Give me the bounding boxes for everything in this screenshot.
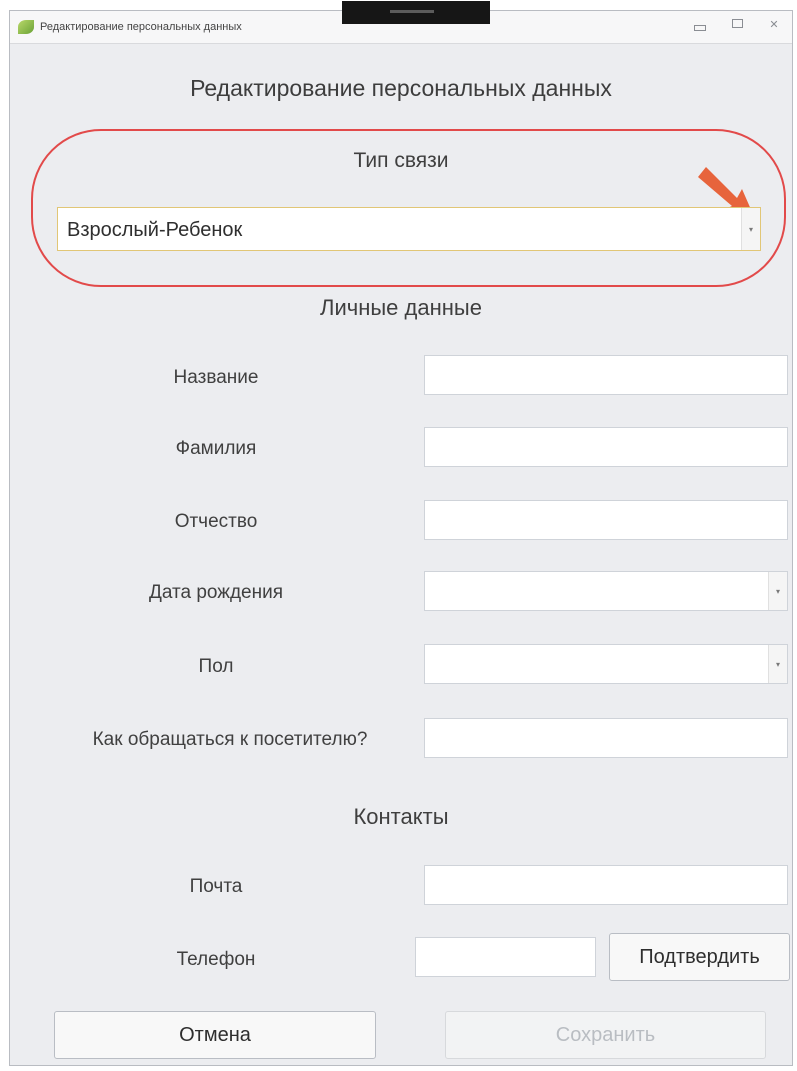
chevron-down-icon: ▾	[775, 586, 780, 596]
confirm-phone-button[interactable]: Подтвердить	[609, 933, 790, 981]
minimize-icon	[694, 25, 706, 31]
gender-label: Пол	[198, 656, 234, 677]
title-bar[interactable]: Редактирование персональных данных ✕	[10, 1, 792, 44]
close-button[interactable]: ✕	[767, 19, 781, 31]
relationship-type-value: Взрослый-Ребенок	[67, 219, 243, 241]
app-leaf-icon	[18, 20, 34, 34]
patronymic-input[interactable]	[424, 500, 788, 540]
birthdate-label: Дата рождения	[148, 582, 284, 603]
name-input[interactable]	[424, 355, 788, 395]
birthdate-select[interactable]: ▾	[424, 571, 788, 611]
patronymic-label: Отчество	[174, 511, 258, 532]
chevron-down-icon: ▾	[748, 224, 753, 234]
personal-data-title: Личные данные	[320, 295, 482, 320]
name-label: Название	[173, 367, 259, 388]
surname-label: Фамилия	[175, 438, 257, 459]
maximize-button[interactable]	[730, 19, 744, 31]
surname-input[interactable]	[424, 427, 788, 467]
window-title: Редактирование персональных данных	[40, 21, 242, 33]
contacts-title: Контакты	[353, 804, 449, 829]
chevron-down-icon: ▾	[775, 659, 780, 669]
relationship-type-select[interactable]: Взрослый-Ребенок ▾	[57, 207, 761, 251]
address-as-label: Как обращаться к посетителю?	[92, 729, 368, 750]
relationship-type-dropdown-button[interactable]: ▾	[741, 208, 760, 250]
cancel-button[interactable]: Отмена	[54, 1011, 376, 1059]
gender-dropdown-button[interactable]: ▾	[768, 645, 787, 683]
edit-personal-data-window: Редактирование персональных данных ✕ Ред…	[9, 1, 793, 1066]
maximize-icon	[731, 19, 743, 28]
title-overlay-bar	[342, 1, 490, 24]
minimize-button[interactable]	[693, 19, 707, 31]
form-heading: Редактирование персональных данных	[190, 75, 612, 101]
gender-select[interactable]: ▾	[424, 644, 788, 684]
phone-label: Телефон	[176, 949, 256, 970]
email-input[interactable]	[424, 865, 788, 905]
save-button[interactable]: Сохранить	[445, 1011, 766, 1059]
phone-input[interactable]	[415, 937, 596, 977]
relationship-type-title: Тип связи	[353, 149, 449, 172]
address-as-input[interactable]	[424, 718, 788, 758]
birthdate-dropdown-button[interactable]: ▾	[768, 572, 787, 610]
email-label: Почта	[189, 876, 243, 897]
